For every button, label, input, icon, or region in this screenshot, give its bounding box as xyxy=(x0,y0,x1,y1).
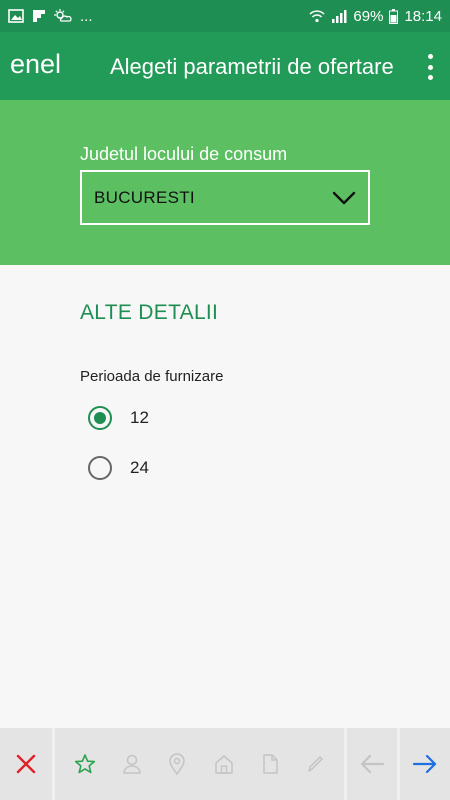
period-option-24[interactable]: 24 xyxy=(88,456,149,480)
svg-text:enel: enel xyxy=(10,50,61,79)
period-option-label: 24 xyxy=(130,458,149,477)
county-panel: Judetul locului de consum BUCURESTI xyxy=(0,100,450,265)
status-more: ... xyxy=(80,7,93,25)
period-label: Perioada de furnizare xyxy=(80,368,224,385)
menu-dot-icon xyxy=(427,75,433,80)
wifi-icon xyxy=(309,10,325,23)
document-icon xyxy=(262,754,278,774)
user-icon xyxy=(123,754,141,774)
enel-logo: enel xyxy=(10,50,61,79)
location-pin-icon xyxy=(169,753,186,775)
status-left: ... xyxy=(8,8,93,25)
county-dropdown[interactable]: BUCURESTI xyxy=(80,170,370,225)
back-button[interactable] xyxy=(347,728,397,800)
battery-percent: 69% xyxy=(353,7,384,25)
battery-icon xyxy=(389,8,399,24)
county-label: Judetul locului de consum xyxy=(80,144,288,164)
period-option-label: 12 xyxy=(130,408,149,427)
menu-dot-icon xyxy=(427,64,433,70)
arrow-left-icon xyxy=(360,754,385,774)
cancel-button[interactable] xyxy=(0,728,52,800)
radio-button-checked[interactable] xyxy=(88,406,112,430)
section-title: ALTE DETALII xyxy=(80,301,219,324)
next-button[interactable] xyxy=(400,728,450,800)
arrow-right-icon xyxy=(412,754,437,774)
progress-steps xyxy=(55,728,344,800)
gallery-icon xyxy=(8,9,24,23)
star-icon xyxy=(74,754,96,774)
menu-dot-icon xyxy=(427,54,433,59)
app-bar: enel Alegeti parametrii de ofertare xyxy=(0,32,450,100)
county-selected-value: BUCURESTI xyxy=(94,187,195,207)
weather-icon xyxy=(54,9,72,22)
status-right: 69% 18:14 xyxy=(309,8,442,25)
flipboard-icon xyxy=(33,10,45,22)
overflow-menu-button[interactable] xyxy=(424,54,436,80)
status-bar: ... 69% 18:14 xyxy=(0,0,450,32)
home-icon xyxy=(214,755,233,774)
signal-icon xyxy=(332,10,347,23)
clock: 18:14 xyxy=(404,7,442,25)
radio-button[interactable] xyxy=(88,456,112,480)
pencil-icon xyxy=(308,756,323,772)
page-title: Alegeti parametrii de ofertare xyxy=(110,54,394,79)
close-icon xyxy=(16,754,36,774)
chevron-down-icon xyxy=(332,191,356,204)
bottom-navigation xyxy=(0,728,450,800)
period-option-12[interactable]: 12 xyxy=(88,406,149,430)
